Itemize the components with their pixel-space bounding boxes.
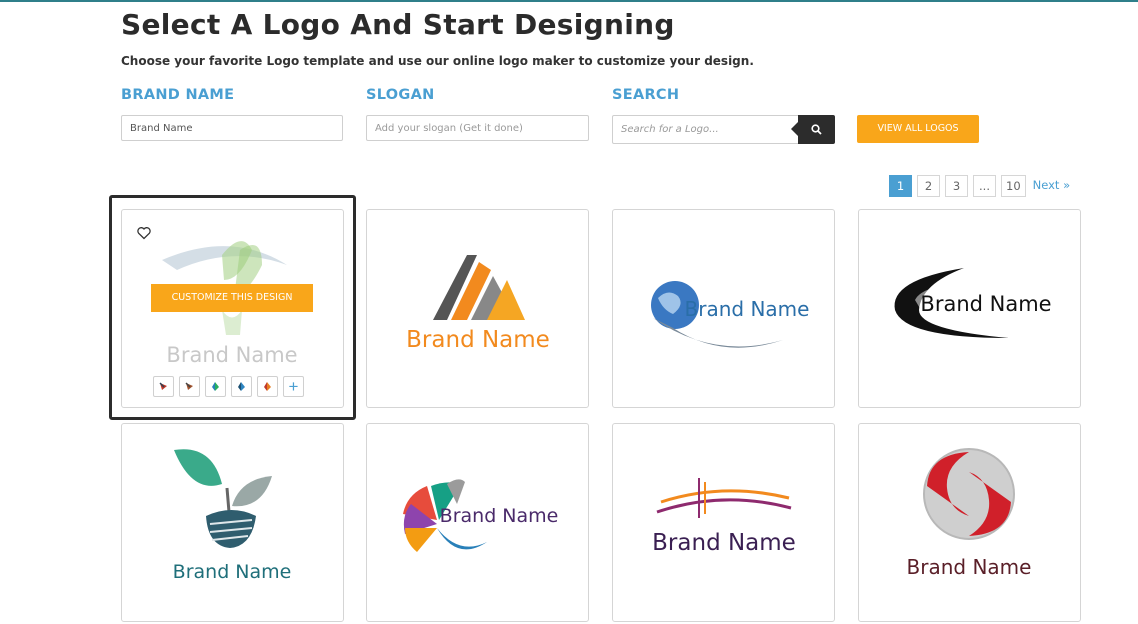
logo-artwork-colorful-fan: Brand Name xyxy=(403,479,559,552)
pagination: 1 2 3 ... 10 Next » xyxy=(889,175,1072,197)
page-2-link[interactable]: 2 xyxy=(917,175,940,197)
search-icon xyxy=(811,124,822,135)
logo-brand-text: Brand Name xyxy=(907,555,1032,579)
logo-artwork-black-crescent: Brand Name xyxy=(894,268,1052,338)
search-button[interactable] xyxy=(791,115,835,144)
logo-card-4[interactable]: Brand Name xyxy=(858,209,1081,408)
view-all-logos-button[interactable]: VIEW ALL LOGOS xyxy=(857,115,979,143)
logo-card-8[interactable]: Brand Name xyxy=(858,423,1081,622)
logo-card-5[interactable]: Brand Name xyxy=(121,423,344,622)
logo-artwork-orange-purple-lines: Brand Name xyxy=(652,478,796,556)
logo-brand-text: Brand Name xyxy=(173,561,292,583)
page-ellipsis: ... xyxy=(973,175,996,197)
logo-card-3[interactable]: Brand Name xyxy=(612,209,835,408)
brand-name-label: BRAND NAME xyxy=(121,87,235,103)
search-label: SEARCH xyxy=(612,87,680,103)
next-page-link[interactable]: Next » xyxy=(1031,175,1072,197)
logo-artwork-red-s-sphere: Brand Name xyxy=(907,448,1032,579)
logo-brand-text: Brand Name xyxy=(406,327,550,353)
logo-artwork-triangle-stripes: Brand Name xyxy=(406,255,550,353)
page-title: Select A Logo And Start Designing xyxy=(121,8,675,41)
page-3-link[interactable]: 3 xyxy=(945,175,968,197)
logo-artwork-globe-swoosh: Brand Name xyxy=(651,281,810,348)
logo-card-2[interactable]: Brand Name xyxy=(366,209,589,408)
slogan-input[interactable] xyxy=(366,115,589,141)
logo-card-7[interactable]: Brand Name xyxy=(612,423,835,622)
logo-brand-text: Brand Name xyxy=(920,292,1051,316)
logo-brand-text: Brand Name xyxy=(440,505,559,527)
search-input[interactable] xyxy=(612,115,800,144)
slogan-label: SLOGAN xyxy=(366,87,435,103)
logo-brand-text: Brand Name xyxy=(652,530,796,556)
page-10-link[interactable]: 10 xyxy=(1001,175,1026,197)
page-1-link[interactable]: 1 xyxy=(889,175,912,197)
page-subtitle: Choose your favorite Logo template and u… xyxy=(121,54,754,68)
top-accent-line xyxy=(0,0,1138,2)
selected-card-outline xyxy=(109,195,356,420)
logo-card-6[interactable]: Brand Name xyxy=(366,423,589,622)
logo-brand-text: Brand Name xyxy=(685,297,810,321)
logo-artwork-leaf-sprout: Brand Name xyxy=(173,449,292,583)
brand-name-input[interactable] xyxy=(121,115,343,141)
